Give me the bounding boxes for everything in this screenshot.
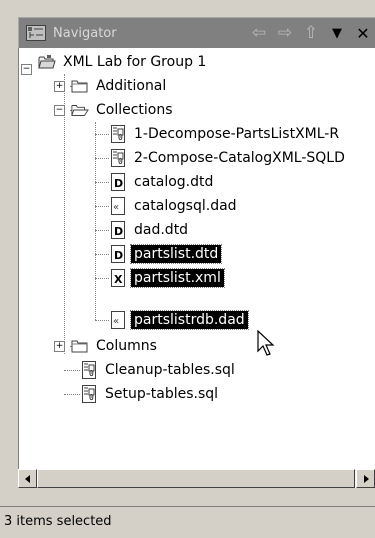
tree-node-file-selected[interactable]: « partslistrdb.dad bbox=[109, 308, 249, 332]
svg-text:D: D bbox=[114, 249, 123, 262]
tree-node-file[interactable]: D catalog.dtd bbox=[109, 170, 216, 194]
tree-node-label: XML Lab for Group 1 bbox=[63, 54, 207, 70]
view-title: Navigator bbox=[53, 25, 117, 41]
tree-node-label: partslist.dtd bbox=[129, 244, 223, 264]
tree-node-collections[interactable]: − Collections bbox=[54, 98, 176, 122]
tree-node-label: Setup-tables.sql bbox=[105, 386, 219, 402]
sql-file-icon: 0 bbox=[109, 125, 127, 143]
scroll-left-button[interactable] bbox=[18, 469, 37, 488]
status-bar: 3 items selected bbox=[0, 506, 375, 538]
svg-text:D: D bbox=[114, 177, 123, 190]
tree-node-file-selected[interactable]: D partslist.dtd bbox=[109, 242, 223, 266]
navigator-tree[interactable]: − XML Lab for Group 1 + Additional − Col… bbox=[18, 48, 375, 469]
tree-node-label: Cleanup-tables.sql bbox=[105, 362, 235, 378]
collapse-toggle[interactable]: − bbox=[54, 104, 65, 116]
svg-text:0: 0 bbox=[89, 393, 94, 402]
tree-node-label: Additional bbox=[96, 78, 167, 94]
sql-file-icon: 0 bbox=[80, 361, 98, 379]
left-triangle-icon bbox=[24, 474, 30, 483]
forward-arrow-icon[interactable]: ⇨ bbox=[272, 20, 298, 46]
folder-icon bbox=[71, 77, 89, 95]
navigator-window: Navigator ⇦ ⇨ ⇧ ▼ ✕ − XML Lab for Group … bbox=[0, 0, 375, 538]
tree-node-file[interactable]: « catalogsql.dad bbox=[109, 194, 240, 218]
scrollbar-thumb[interactable] bbox=[37, 469, 355, 488]
tree-node-file[interactable]: 0 2-Compose-CatalogXML-SQLD bbox=[109, 146, 348, 170]
dtd-file-icon: D bbox=[109, 221, 127, 239]
sql-file-icon: 0 bbox=[80, 385, 98, 403]
tree-node-label: 2-Compose-CatalogXML-SQLD bbox=[134, 150, 345, 166]
tree-node-label: 1-Decompose-PartsListXML-R bbox=[134, 126, 340, 142]
svg-text:X: X bbox=[114, 273, 123, 286]
svg-text:«: « bbox=[113, 316, 119, 327]
expand-toggle[interactable]: + bbox=[54, 80, 65, 92]
right-triangle-icon bbox=[363, 474, 369, 483]
dad-file-icon: « bbox=[109, 197, 127, 215]
view-menu-icon[interactable]: ▼ bbox=[324, 20, 350, 46]
tree-node-label: partslist.xml bbox=[130, 268, 225, 288]
dtd-file-icon: D bbox=[109, 173, 127, 191]
sql-file-icon: 0 bbox=[109, 149, 127, 167]
tree-node-label: Columns bbox=[96, 338, 157, 354]
view-title-bar: Navigator ⇦ ⇨ ⇧ ▼ ✕ bbox=[18, 17, 375, 48]
svg-text:D: D bbox=[114, 225, 123, 238]
dad-file-icon: « bbox=[109, 311, 127, 329]
status-text: 3 items selected bbox=[4, 514, 112, 529]
tree-node-label: dad.dtd bbox=[134, 222, 189, 238]
svg-text:0: 0 bbox=[118, 133, 123, 142]
expand-toggle[interactable]: + bbox=[54, 340, 65, 352]
mouse-pointer-icon bbox=[257, 329, 279, 362]
tree-node-label: partslistrdb.dad bbox=[130, 310, 249, 330]
tree-node-label: catalogsql.dad bbox=[134, 198, 237, 214]
svg-text:0: 0 bbox=[89, 369, 94, 378]
tree-node-project[interactable]: − XML Lab for Group 1 bbox=[21, 50, 209, 75]
tree-node-label: Collections bbox=[96, 102, 173, 118]
collapse-toggle[interactable]: − bbox=[21, 63, 32, 75]
project-folder-icon bbox=[38, 53, 56, 71]
navigator-view-icon bbox=[25, 24, 47, 42]
scroll-right-button[interactable] bbox=[356, 469, 375, 488]
svg-text:0: 0 bbox=[118, 157, 123, 166]
tree-node-file[interactable]: 0 Setup-tables.sql bbox=[80, 382, 221, 406]
tree-node-file-selected[interactable]: X partslist.xml bbox=[109, 266, 225, 290]
tree-node-columns[interactable]: + Columns bbox=[54, 334, 160, 358]
horizontal-scrollbar[interactable] bbox=[18, 469, 375, 488]
tree-node-file[interactable]: D dad.dtd bbox=[109, 218, 191, 242]
open-folder-icon bbox=[71, 101, 89, 119]
tree-node-additional[interactable]: + Additional bbox=[54, 74, 169, 98]
tree-node-file[interactable]: 0 Cleanup-tables.sql bbox=[80, 358, 238, 382]
back-arrow-icon[interactable]: ⇦ bbox=[246, 20, 272, 46]
up-arrow-icon[interactable]: ⇧ bbox=[298, 20, 324, 46]
dtd-file-icon: D bbox=[109, 245, 127, 263]
svg-text:«: « bbox=[113, 202, 119, 213]
folder-icon bbox=[71, 337, 89, 355]
close-icon[interactable]: ✕ bbox=[350, 20, 375, 46]
xml-file-icon: X bbox=[109, 269, 127, 287]
tree-node-file[interactable]: 0 1-Decompose-PartsListXML-R bbox=[109, 122, 342, 146]
tree-node-label: catalog.dtd bbox=[134, 174, 214, 190]
left-margin bbox=[0, 0, 18, 506]
